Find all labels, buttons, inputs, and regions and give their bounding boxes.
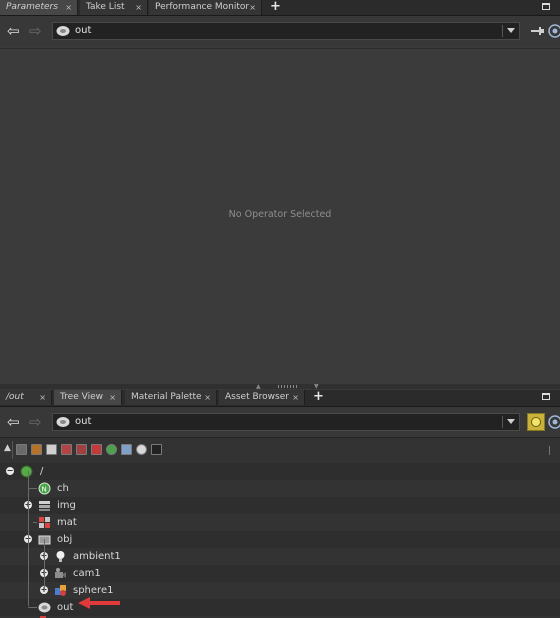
back-arrow-icon[interactable]: ⇦ [7, 16, 20, 46]
material-network-icon [39, 517, 50, 528]
tree-row-img[interactable]: + img [0, 497, 560, 514]
network-icon [56, 417, 70, 427]
chop-filter-icon[interactable] [106, 444, 117, 455]
tree-toolbar: ▲ [0, 437, 560, 464]
shop-filter-icon[interactable] [61, 444, 72, 455]
tab-asset-browser[interactable]: Asset Browser × [219, 390, 305, 405]
bottom-tab-bar: /out × Tree View × Material Palette × As… [0, 389, 560, 407]
dop-filter-icon[interactable] [31, 444, 42, 455]
path-value: out [75, 25, 92, 36]
output-network-icon [38, 602, 51, 613]
tree-row-ambient1[interactable]: + ambient1 [0, 548, 560, 565]
tree-row-cam1[interactable]: + cam1 [0, 565, 560, 582]
globe-icon[interactable] [548, 415, 560, 429]
parameters-panel: No Operator Selected [0, 48, 560, 385]
image-network-icon [39, 501, 50, 511]
pop-filter-icon[interactable] [46, 444, 57, 455]
forward-arrow-icon[interactable]: ⇨ [29, 407, 42, 437]
tree-view[interactable]: − / N ch + img mat − [0, 463, 560, 618]
tab-parameters[interactable]: Parameters × [0, 0, 78, 15]
collapse-icon[interactable]: − [6, 467, 14, 475]
pin-icon [531, 417, 541, 427]
globe-icon[interactable] [548, 24, 560, 38]
close-icon[interactable]: × [204, 390, 211, 405]
add-tab-button[interactable]: + [270, 0, 281, 14]
tab-tree-view[interactable]: Tree View × [54, 390, 122, 405]
top-tab-bar: Parameters × Take List × Performance Mon… [0, 0, 560, 16]
close-icon[interactable]: × [249, 0, 256, 15]
path-value: out [75, 416, 92, 427]
vop-filter-icon[interactable] [76, 444, 87, 455]
misc-filter-icon[interactable] [151, 444, 162, 455]
annotation-arrow-icon [78, 597, 120, 609]
network-icon [56, 26, 70, 36]
tab-take-list[interactable]: Take List × [80, 0, 148, 15]
close-icon[interactable]: × [39, 390, 46, 405]
no-operator-message: No Operator Selected [228, 209, 332, 220]
top-path-bar: ⇦ ⇨ out [0, 16, 560, 46]
camera-icon [55, 568, 66, 578]
chevron-down-icon[interactable] [507, 419, 515, 424]
sop-filter-icon[interactable] [16, 444, 27, 455]
tree-guide-line [28, 471, 29, 606]
filter-icon[interactable]: ▲ [4, 443, 11, 453]
window-menu-icon[interactable] [542, 3, 550, 10]
tree-row-root[interactable]: − / [0, 463, 560, 480]
window-menu-icon[interactable] [542, 393, 550, 400]
close-icon[interactable]: × [109, 390, 116, 405]
rop-filter-icon[interactable] [91, 444, 102, 455]
chop-network-icon: N [38, 482, 51, 495]
network-path-field[interactable]: out [52, 413, 520, 431]
out-filter-icon[interactable] [136, 444, 147, 455]
collapse-up-icon[interactable]: ▲ [256, 383, 261, 390]
tab-material-palette[interactable]: Material Palette × [125, 390, 217, 405]
back-arrow-icon[interactable]: ⇦ [7, 407, 20, 437]
tree-row-mat[interactable]: mat [0, 514, 560, 531]
light-bulb-icon [56, 551, 65, 562]
tab-performance-monitor[interactable]: Performance Monitor × [149, 0, 262, 15]
network-path-field[interactable]: out [52, 22, 520, 40]
tree-row-obj[interactable]: − obj [0, 531, 560, 548]
close-icon[interactable]: × [292, 390, 299, 405]
chevron-down-icon[interactable] [507, 28, 515, 33]
bottom-path-bar: ⇦ ⇨ out [0, 407, 560, 437]
svg-text:N: N [42, 486, 47, 494]
tree-row-ch[interactable]: N ch [0, 480, 560, 497]
geometry-icon [55, 585, 66, 596]
cop-filter-icon[interactable] [121, 444, 132, 455]
forward-arrow-icon[interactable]: ⇨ [29, 16, 42, 46]
tab-out[interactable]: /out × [0, 390, 52, 405]
add-tab-button[interactable]: + [313, 389, 324, 404]
close-icon[interactable]: × [135, 0, 142, 15]
globe-icon [20, 465, 33, 478]
pin-button[interactable] [527, 413, 545, 431]
close-icon[interactable]: × [65, 0, 72, 15]
pane-splitter[interactable]: ▲ ▼ [0, 383, 560, 390]
pin-icon[interactable] [530, 24, 544, 38]
